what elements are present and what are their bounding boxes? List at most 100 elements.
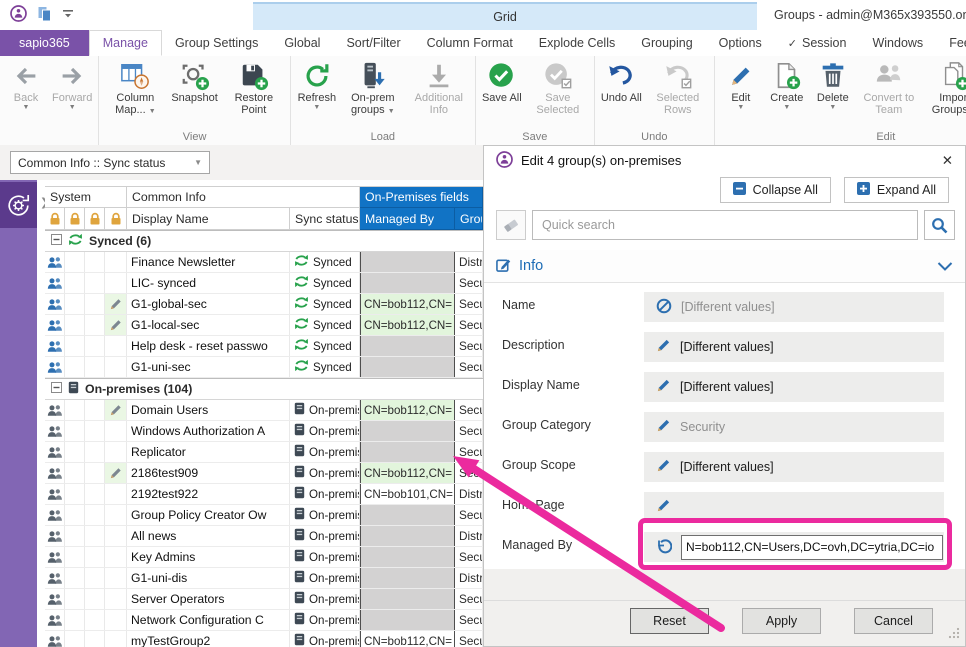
grid-row-windows-authorization-a[interactable]: Windows Authorization AOn-premisesSecur [45, 421, 483, 442]
grid-row-2192test922[interactable]: 2192test922On-premisesCN=bob101,CN=Distr… [45, 484, 483, 505]
sync-status-cell[interactable]: On-premises [290, 568, 360, 588]
group-type-cell[interactable]: Distri [455, 526, 483, 546]
managed-by-cell[interactable] [360, 610, 455, 630]
collapse-expander-icon[interactable] [51, 234, 62, 248]
eraser-icon[interactable] [496, 210, 526, 240]
group-type-cell[interactable]: Secur [455, 547, 483, 567]
document-tab[interactable]: Grid [253, 2, 757, 30]
grid-row-domain-users[interactable]: Domain UsersOn-premisesCN=bob112,CN=Secu… [45, 400, 483, 421]
group-type-cell[interactable]: Distri [455, 568, 483, 588]
edit-button[interactable]: Edit▼ [718, 57, 764, 130]
tab-global[interactable]: Global [271, 30, 333, 56]
display-name-cell[interactable]: Key Admins [127, 547, 290, 567]
grid-row-finance-newsletter[interactable]: Finance NewsletterSynced Distri [45, 252, 483, 273]
display-name-cell[interactable]: Group Policy Creator Ow [127, 505, 290, 525]
managed-by-input[interactable] [681, 535, 943, 560]
revert-icon[interactable] [656, 538, 672, 557]
sync-status-cell[interactable]: Synced [290, 273, 360, 293]
grid-row-all-news[interactable]: All newsOn-premisesDistri [45, 526, 483, 547]
group-row-on-premises-104[interactable]: On-premises (104) [45, 378, 483, 400]
save-all-button[interactable]: Save All [479, 57, 525, 130]
lock-icon[interactable] [65, 208, 85, 230]
column-header-group[interactable]: Group [455, 208, 483, 230]
sync-status-cell[interactable]: Synced [290, 357, 360, 377]
group-type-cell[interactable]: Secur [455, 357, 483, 377]
expand-all-button[interactable]: Expand All [844, 177, 949, 203]
display-name-cell[interactable]: G1-uni-sec [127, 357, 290, 377]
sync-status-cell[interactable]: Synced [290, 294, 360, 314]
create-button[interactable]: Create▼ [764, 57, 810, 130]
grid-row-key-admins[interactable]: Key AdminsOn-premisesSecur [45, 547, 483, 568]
display-name-cell[interactable]: myTestGroup2 [127, 631, 290, 647]
grid-row-lic-synced[interactable]: LIC- syncedSyncedSecur [45, 273, 483, 294]
sync-status-cell[interactable]: On-premises [290, 505, 360, 525]
collapse-all-button[interactable]: Collapse All [720, 177, 831, 203]
field-value-homepage[interactable] [644, 492, 944, 522]
group-type-cell[interactable]: Distri [455, 484, 483, 504]
managed-by-cell[interactable] [360, 252, 455, 272]
managed-by-cell[interactable] [360, 442, 455, 462]
column-header-sync-status[interactable]: Sync status [290, 208, 360, 230]
field-value-name[interactable]: [Different values] [644, 292, 944, 322]
tab-options[interactable]: Options [706, 30, 775, 56]
managed-by-cell[interactable]: CN=bob112,CN= [360, 400, 455, 420]
group-type-cell[interactable]: Distri [455, 252, 483, 272]
tab-sort-filter[interactable]: Sort/Filter [333, 30, 413, 56]
sync-status-cell[interactable]: On-premises [290, 631, 360, 647]
grid-row-server-operators[interactable]: Server OperatorsOn-premisesSecur [45, 589, 483, 610]
field-value-description[interactable]: [Different values] [644, 332, 944, 362]
managed-by-cell[interactable] [360, 568, 455, 588]
managed-by-cell[interactable]: CN=bob112,CN= [360, 463, 455, 483]
tab-sapio365[interactable]: sapio365 [0, 30, 89, 56]
group-type-cell[interactable]: Secur [455, 273, 483, 293]
tab-session[interactable]: ✓Session [775, 30, 860, 56]
sync-status-cell[interactable]: On-premises [290, 421, 360, 441]
display-name-cell[interactable]: Finance Newsletter [127, 252, 290, 272]
resize-grip[interactable] [948, 627, 960, 642]
managed-by-cell[interactable]: CN=bob112,CN= [360, 294, 455, 314]
managed-by-cell[interactable]: CN=bob112,CN= [360, 315, 455, 335]
chevron-down-icon[interactable] [937, 262, 953, 271]
group-type-cell[interactable]: Secur [455, 505, 483, 525]
managed-by-cell[interactable] [360, 336, 455, 356]
import-groups-button[interactable]: Import Groups ▼ [922, 57, 966, 130]
tab-group-settings[interactable]: Group Settings [162, 30, 271, 56]
sidebar-sync-gear-icon[interactable] [0, 182, 37, 228]
column-group-common-info[interactable]: Common Info [127, 187, 360, 208]
display-name-cell[interactable]: Server Operators [127, 589, 290, 609]
on-prem-groups-button[interactable]: On-prem groups ▼ [340, 57, 406, 130]
group-type-cell[interactable]: Secur [455, 463, 483, 483]
tab-windows[interactable]: Windows [859, 30, 936, 56]
display-name-cell[interactable]: 2192test922 [127, 484, 290, 504]
column-group-system[interactable]: System [45, 187, 127, 208]
group-type-cell[interactable]: Secur [455, 442, 483, 462]
group-type-cell[interactable]: Secur [455, 421, 483, 441]
lock-icon[interactable] [85, 208, 105, 230]
restore-point-button[interactable]: Restore Point [221, 57, 287, 130]
info-section-header[interactable]: Info [484, 250, 965, 283]
search-icon[interactable] [924, 210, 955, 240]
managed-by-cell[interactable] [360, 421, 455, 441]
column-group-on-premises-fields[interactable]: On-Premises fields [360, 187, 483, 208]
group-type-cell[interactable]: Secur [455, 336, 483, 356]
grid-row-group-policy-creator-ow[interactable]: Group Policy Creator OwOn-premises Secur [45, 505, 483, 526]
managed-by-cell[interactable] [360, 547, 455, 567]
display-name-cell[interactable]: G1-global-sec [127, 294, 290, 314]
display-name-cell[interactable]: G1-local-sec [127, 315, 290, 335]
apply-button[interactable]: Apply [742, 608, 821, 634]
sync-status-cell[interactable]: On-premises [290, 442, 360, 462]
sync-status-cell[interactable]: On-premises [290, 463, 360, 483]
collapse-expander-icon[interactable] [51, 382, 62, 396]
tab-grouping[interactable]: Grouping [628, 30, 705, 56]
grid-row-2186test909[interactable]: 2186test909On-premisesCN=bob112,CN=Secur [45, 463, 483, 484]
tab-column-format[interactable]: Column Format [414, 30, 526, 56]
group-type-cell[interactable]: Secur [455, 589, 483, 609]
sync-status-cell[interactable]: Synced [290, 252, 360, 272]
snapshot-button[interactable]: Snapshot [168, 57, 220, 130]
managed-by-cell[interactable] [360, 357, 455, 377]
tab-manage[interactable]: Manage [89, 30, 162, 56]
grid-row-g1-uni-sec[interactable]: G1-uni-secSynced Secur [45, 357, 483, 378]
refresh-button[interactable]: Refresh▼ [294, 57, 340, 130]
field-value-group-category[interactable]: Security [644, 412, 944, 442]
managed-by-cell[interactable] [360, 505, 455, 525]
